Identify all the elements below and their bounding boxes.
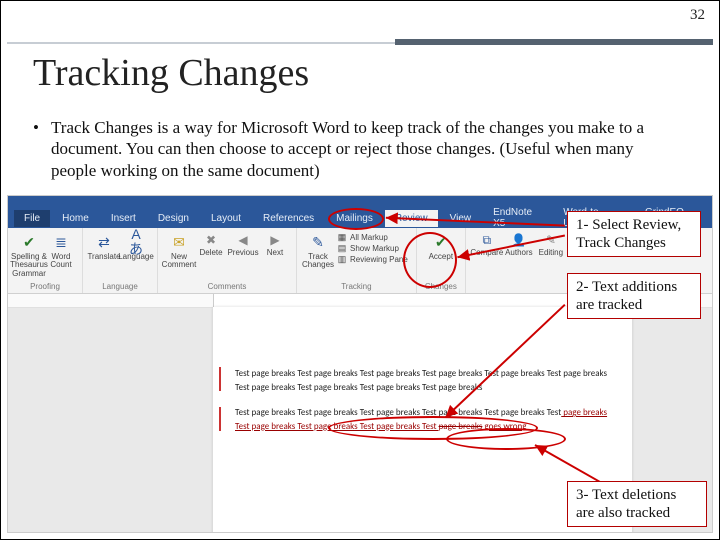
wordcount-button[interactable]: ≣ Word Count xyxy=(48,232,74,270)
next-label: Next xyxy=(267,249,283,257)
group-language-label: Language xyxy=(102,282,138,291)
prev-icon: ◀ xyxy=(235,232,251,248)
editing-icon: ✎ xyxy=(543,232,559,248)
editing-label: Editing xyxy=(539,249,563,257)
compare-icon: ⧉ xyxy=(479,232,495,248)
group-proofing: ✔ Spelling & Thesaurus Grammar ≣ Word Co… xyxy=(8,228,83,293)
tab-insert[interactable]: Insert xyxy=(101,210,146,227)
showmarkup-dropdown[interactable]: ▤Show Markup xyxy=(337,243,399,253)
group-changes-label: Changes xyxy=(425,282,457,291)
markup-icon: ▦ xyxy=(337,232,347,242)
spellcheck-icon: ✔ xyxy=(19,232,39,252)
group-proofing-label: Proofing xyxy=(30,282,60,291)
reviewpane-icon: ▥ xyxy=(337,254,347,264)
tracked-insertion-2: goes wrong xyxy=(484,421,526,432)
callout-2: 2- Text additions are tracked xyxy=(567,273,701,319)
deletecomment-button[interactable]: ✖ Delete xyxy=(198,232,224,257)
tracked-deletion: page breaks xyxy=(439,421,483,432)
group-language: ⇄ Translate Aあ Language Language xyxy=(83,228,158,293)
bullet-body: Track Changes is a way for Microsoft Wor… xyxy=(51,117,665,181)
trackchanges-button[interactable]: ✎ Track Changes xyxy=(305,232,331,270)
slide-title: Tracking Changes xyxy=(33,51,309,95)
authors-button[interactable]: 👤 Authors xyxy=(506,232,532,257)
group-tracking: ✎ Track Changes ▦All Markup ▤Show Markup… xyxy=(297,228,417,293)
compare-label: Compare xyxy=(470,249,503,257)
bullet-text: •Track Changes is a way for Microsoft Wo… xyxy=(33,117,687,181)
tab-home[interactable]: Home xyxy=(52,210,99,227)
slide: 32 Tracking Changes •Track Changes is a … xyxy=(0,0,720,540)
translate-button[interactable]: ⇄ Translate xyxy=(91,232,117,261)
language-button[interactable]: Aあ Language xyxy=(123,232,149,261)
group-comments-label: Comments xyxy=(208,282,247,291)
spelling-button[interactable]: ✔ Spelling & Thesaurus Grammar xyxy=(16,232,42,278)
accept-icon: ✔ xyxy=(431,232,451,252)
tab-layout[interactable]: Layout xyxy=(201,210,251,227)
language-icon: Aあ xyxy=(126,232,146,252)
translate-icon: ⇄ xyxy=(94,232,114,252)
doc-paragraph-1: Test page breaks Test page breaks Test p… xyxy=(235,367,614,394)
accept-button[interactable]: ✔ Accept xyxy=(428,232,454,261)
tab-review[interactable]: Review xyxy=(385,210,438,227)
wordcount-label: Word Count xyxy=(48,253,74,270)
wordcount-icon: ≣ xyxy=(51,232,71,252)
authors-icon: 👤 xyxy=(511,232,527,248)
trackchanges-label: Track Changes xyxy=(302,253,334,270)
accept-label: Accept xyxy=(429,253,453,261)
callout-3: 3- Text deletions are also tracked xyxy=(567,481,707,527)
tab-references[interactable]: References xyxy=(253,210,324,227)
authors-label: Authors xyxy=(505,249,533,257)
compare-button[interactable]: ⧉ Compare xyxy=(474,232,500,257)
nextcomment-button[interactable]: ▶ Next xyxy=(262,232,288,257)
spelling-label: Spelling & Thesaurus Grammar xyxy=(10,253,48,278)
newcomment-icon: ✉ xyxy=(169,232,189,252)
newcomment-button[interactable]: ✉ New Comment xyxy=(166,232,192,270)
showmarkup-icon: ▤ xyxy=(337,243,347,253)
translate-label: Translate xyxy=(87,253,120,261)
reviewpane-dropdown[interactable]: ▥Reviewing Pane xyxy=(337,254,408,264)
page-number: 32 xyxy=(690,7,705,24)
tab-file[interactable]: File xyxy=(14,210,50,227)
newcomment-label: New Comment xyxy=(162,253,197,270)
language-label: Language xyxy=(118,253,154,261)
prevcomment-button[interactable]: ◀ Previous xyxy=(230,232,256,257)
tab-design[interactable]: Design xyxy=(148,210,199,227)
group-comments: ✉ New Comment ✖ Delete ◀ Previous ▶ Next xyxy=(158,228,297,293)
group-compare: ⧉ Compare 👤 Authors ✎ Editing xyxy=(466,228,572,293)
group-tracking-label: Tracking xyxy=(341,282,371,291)
group-compare-label xyxy=(518,282,520,291)
bullet-marker: • xyxy=(33,117,51,138)
delete-label: Delete xyxy=(199,249,222,257)
editing-button[interactable]: ✎ Editing xyxy=(538,232,564,257)
prev-label: Previous xyxy=(227,249,258,257)
header-rule xyxy=(7,39,713,45)
next-icon: ▶ xyxy=(267,232,283,248)
callout-1: 1- Select Review, Track Changes xyxy=(567,211,701,257)
delete-icon: ✖ xyxy=(203,232,219,248)
tab-view[interactable]: View xyxy=(440,210,482,227)
group-changes: ✔ Accept Changes xyxy=(417,228,466,293)
tracking-options: ▦All Markup ▤Show Markup ▥Reviewing Pane xyxy=(337,232,408,264)
trackchanges-icon: ✎ xyxy=(308,232,328,252)
allmarkup-dropdown[interactable]: ▦All Markup xyxy=(337,232,388,242)
doc-paragraph-2: Test page breaks Test page breaks Test p… xyxy=(235,406,614,433)
tab-mailings[interactable]: Mailings xyxy=(326,210,383,227)
